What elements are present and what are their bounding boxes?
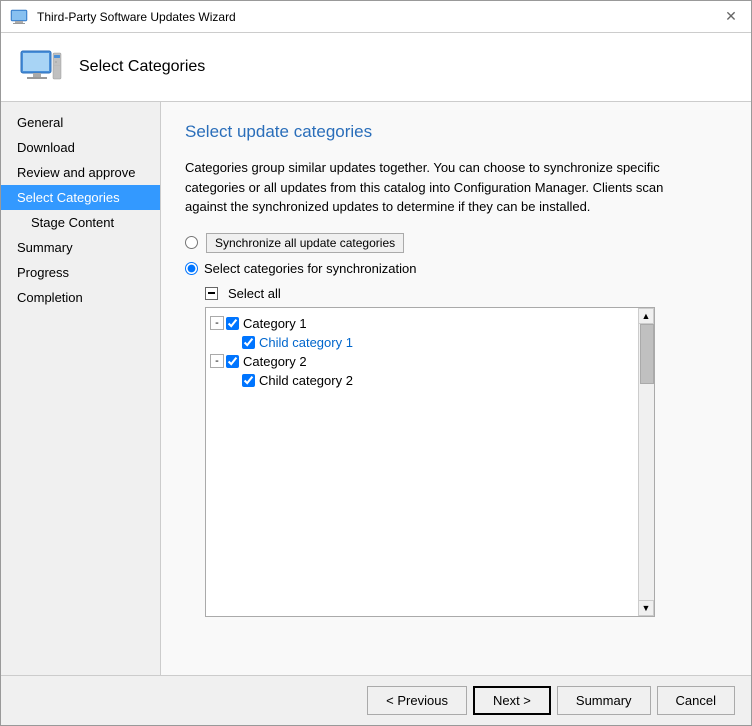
titlebar-icon bbox=[9, 7, 29, 27]
expander-cat1[interactable]: - bbox=[210, 316, 224, 330]
sidebar-item-review[interactable]: Review and approve bbox=[1, 160, 160, 185]
sidebar-item-stage-content[interactable]: Stage Content bbox=[1, 210, 160, 235]
sidebar-item-general[interactable]: General bbox=[1, 110, 160, 135]
content-area: General Download Review and approve Sele… bbox=[1, 102, 751, 675]
titlebar: Third-Party Software Updates Wizard ✕ bbox=[1, 1, 751, 33]
sidebar: General Download Review and approve Sele… bbox=[1, 102, 161, 675]
label-cat2: Category 2 bbox=[243, 354, 307, 369]
summary-button[interactable]: Summary bbox=[557, 686, 651, 715]
header-bar: Select Categories bbox=[1, 33, 751, 102]
cb-child1[interactable] bbox=[242, 336, 255, 349]
cb-child2[interactable] bbox=[242, 374, 255, 387]
radio-group: Synchronize all update categories Select… bbox=[185, 233, 727, 276]
sidebar-item-select-categories[interactable]: Select Categories bbox=[1, 185, 160, 210]
scrollbar-down-arrow[interactable]: ▼ bbox=[638, 600, 654, 616]
tree-node-child2: Child category 2 bbox=[242, 371, 636, 390]
tree-box: - Category 1 Child category 1 - bbox=[205, 307, 655, 617]
select-all-label: Select all bbox=[228, 286, 281, 301]
label-child2: Child category 2 bbox=[259, 373, 353, 388]
tree-section: Select all - Category 1 Child cat bbox=[205, 286, 727, 617]
radio-all-input[interactable] bbox=[185, 236, 198, 249]
sidebar-item-download[interactable]: Download bbox=[1, 135, 160, 160]
radio-specific-label: Select categories for synchronization bbox=[204, 261, 416, 276]
tree-node-cat1: - Category 1 bbox=[210, 314, 636, 333]
header-icon bbox=[17, 43, 65, 91]
expander-cat2[interactable]: - bbox=[210, 354, 224, 368]
scrollbar-up-arrow[interactable]: ▲ bbox=[638, 308, 654, 324]
previous-button[interactable]: < Previous bbox=[367, 686, 467, 715]
label-cat1: Category 1 bbox=[243, 316, 307, 331]
next-button[interactable]: Next > bbox=[473, 686, 551, 715]
description-text: Categories group similar updates togethe… bbox=[185, 158, 705, 217]
page-title: Select update categories bbox=[185, 122, 727, 142]
scrollbar-thumb[interactable] bbox=[640, 324, 654, 384]
window-title: Third-Party Software Updates Wizard bbox=[37, 10, 719, 24]
wizard-window: Third-Party Software Updates Wizard ✕ Se… bbox=[0, 0, 752, 726]
cb-cat2[interactable] bbox=[226, 355, 239, 368]
sidebar-item-progress[interactable]: Progress bbox=[1, 260, 160, 285]
sidebar-item-summary[interactable]: Summary bbox=[1, 235, 160, 260]
footer: < Previous Next > Summary Cancel bbox=[1, 675, 751, 725]
label-child1: Child category 1 bbox=[259, 335, 353, 350]
tree-node-cat2: - Category 2 bbox=[210, 352, 636, 371]
tree-node-child1: Child category 1 bbox=[242, 333, 636, 352]
sidebar-item-completion[interactable]: Completion bbox=[1, 285, 160, 310]
sync-all-button[interactable]: Synchronize all update categories bbox=[206, 233, 404, 253]
scrollbar-track: ▲ ▼ bbox=[638, 308, 654, 616]
close-button[interactable]: ✕ bbox=[719, 5, 743, 29]
main-content: Select update categories Categories grou… bbox=[161, 102, 751, 675]
select-all-checkbox[interactable] bbox=[205, 287, 218, 300]
radio-all-option: Synchronize all update categories bbox=[185, 233, 727, 253]
select-all-row: Select all bbox=[205, 286, 727, 301]
radio-specific-input[interactable] bbox=[185, 262, 198, 275]
cb-cat1[interactable] bbox=[226, 317, 239, 330]
cancel-button[interactable]: Cancel bbox=[657, 686, 735, 715]
header-title: Select Categories bbox=[79, 58, 205, 76]
tree-content[interactable]: - Category 1 Child category 1 - bbox=[206, 308, 654, 616]
radio-specific-option: Select categories for synchronization bbox=[185, 261, 727, 276]
